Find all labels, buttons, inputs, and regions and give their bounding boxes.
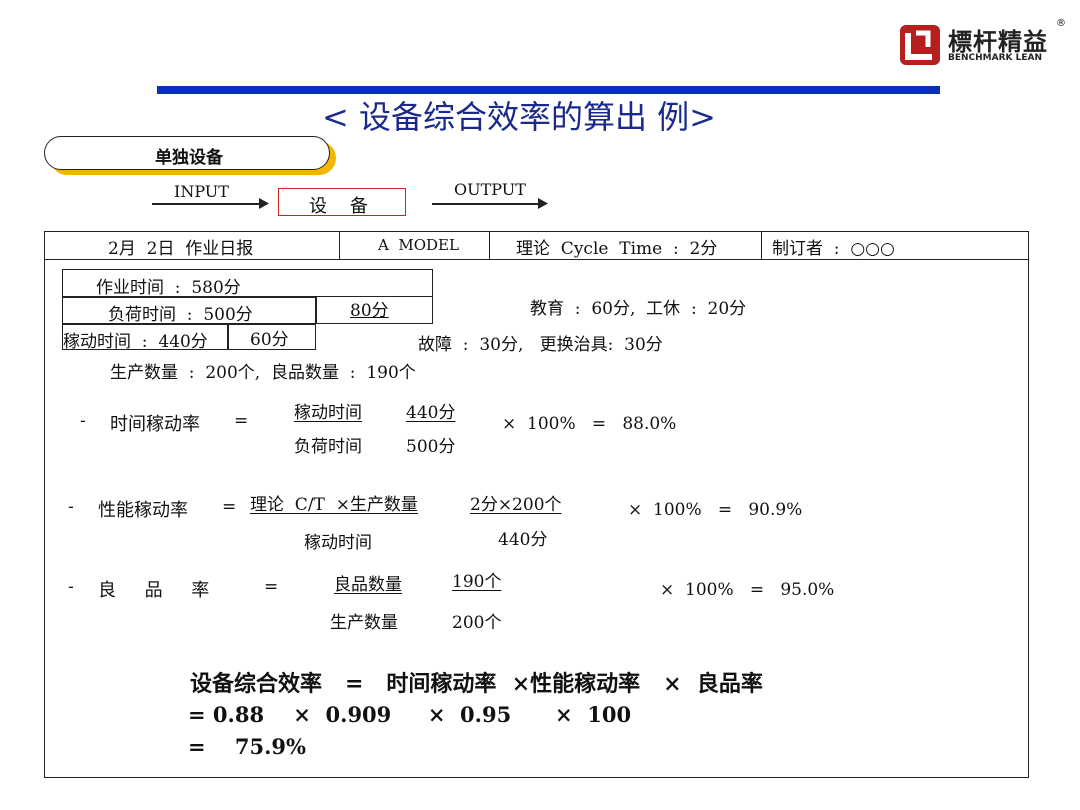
brand-logo: 標杆精益 ® BENCHMARK LEAN xyxy=(898,18,1068,70)
header-divider-1 xyxy=(339,231,340,260)
header-divider-2 xyxy=(489,231,490,260)
formula3-denominator-text: 生产数量 xyxy=(330,613,398,633)
formula1-eq: = xyxy=(234,411,249,431)
logo-en-text: BENCHMARK LEAN xyxy=(948,53,1043,63)
loss-note-breakdown: 故障 : 30分, 更换治具: 30分 xyxy=(418,335,663,355)
production-quantity: 生产数量 : 200个, 良品数量 : 190个 xyxy=(110,363,416,383)
equipment-label: 设 备 xyxy=(309,196,368,217)
formula1-label: 时间稼动率 xyxy=(110,414,200,435)
formula1-result: × 100% = 88.0% xyxy=(502,414,677,434)
logo-cn-text: 標杆精益 xyxy=(948,28,1048,56)
header-date: 2月 2日 作业日报 xyxy=(108,239,254,259)
loss-60: 60分 xyxy=(250,330,289,350)
formula1-numerator-value: 440分 xyxy=(406,403,456,423)
formula1-numerator-text: 稼动时间 xyxy=(294,403,362,423)
formula2-dash: - xyxy=(68,497,74,517)
header-model: A MODEL xyxy=(378,236,459,254)
formula3-denominator-value: 200个 xyxy=(452,613,502,633)
loss-80: 80分 xyxy=(350,301,389,321)
formula3-numerator-value: 190个 xyxy=(452,572,502,592)
input-label: INPUT xyxy=(174,182,229,201)
formula3-numerator-text: 良品数量 xyxy=(334,575,402,595)
loss-note-education: 教育 : 60分, 工休 : 20分 xyxy=(530,299,747,319)
formula3-label: 良 品 率 xyxy=(98,580,210,601)
formula2-label: 性能稼动率 xyxy=(98,500,188,521)
header-divider-3 xyxy=(761,231,762,260)
formula1-dash: - xyxy=(80,411,86,431)
formula2-denominator-value: 440分 xyxy=(498,530,548,550)
input-arrowhead-icon xyxy=(259,198,269,209)
pill-label: 单独设备 xyxy=(155,148,223,168)
oee-result: = 75.9% xyxy=(188,734,306,759)
work-time: 作业时间 : 580分 xyxy=(96,278,241,298)
logo-mark-icon xyxy=(900,25,940,65)
logo-registered-mark: ® xyxy=(1056,18,1066,29)
oee-calculation: = 0.88 × 0.909 × 0.95 × 100 xyxy=(188,702,632,727)
header-cycle-time: 理论 Cycle Time : 2分 xyxy=(516,239,718,259)
formula2-result: × 100% = 90.9% xyxy=(628,500,803,520)
output-arrowhead-icon xyxy=(538,198,548,209)
single-equipment-pill: 单独设备 xyxy=(44,136,330,170)
formula3-dash: - xyxy=(68,577,74,597)
formula2-numerator-value: 2分×200个 xyxy=(470,495,562,515)
input-arrow xyxy=(152,203,262,205)
formula2-numerator-text: 理论 C/T ×生产数量 xyxy=(250,495,418,515)
page-title: < 设备综合效率的算出 例> xyxy=(322,98,716,136)
output-label: OUTPUT xyxy=(454,180,526,199)
formula1-denominator-value: 500分 xyxy=(406,437,456,457)
formula2-eq: = xyxy=(222,497,237,517)
load-time: 负荷时间 : 500分 xyxy=(108,305,253,325)
output-arrow xyxy=(432,203,540,205)
formula3-result: × 100% = 95.0% xyxy=(660,580,835,600)
formula2-denominator-text: 稼动时间 xyxy=(304,533,372,553)
formula1-denominator-text: 负荷时间 xyxy=(294,437,362,457)
oee-formula: 设备综合效率 = 时间稼动率 ×性能稼动率 × 良品率 xyxy=(190,671,763,697)
equipment-box: 设 备 xyxy=(278,188,406,217)
uptime: 稼动时间 : 440分 xyxy=(63,332,208,352)
formula3-eq: = xyxy=(264,577,279,597)
header-author: 制订者 : ○○○ xyxy=(772,239,895,259)
